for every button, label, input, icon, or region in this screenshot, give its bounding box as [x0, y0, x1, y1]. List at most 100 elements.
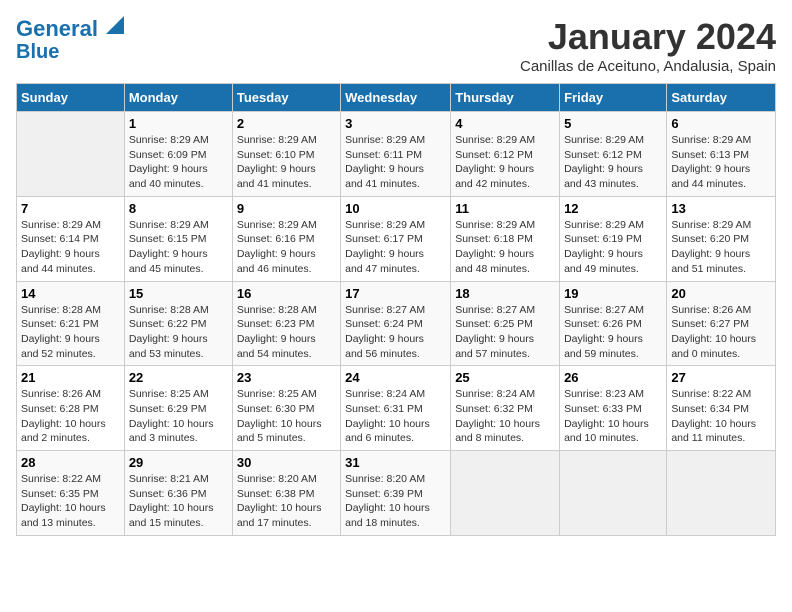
week-row-2: 7Sunrise: 8:29 AMSunset: 6:14 PMDaylight…: [17, 196, 776, 281]
day-info: Sunrise: 8:27 AMSunset: 6:26 PMDaylight:…: [564, 303, 662, 362]
day-info: Sunrise: 8:25 AMSunset: 6:30 PMDaylight:…: [237, 387, 336, 446]
day-number: 10: [345, 201, 446, 216]
day-info: Sunrise: 8:29 AMSunset: 6:09 PMDaylight:…: [129, 133, 228, 192]
day-number: 15: [129, 286, 228, 301]
day-info: Sunrise: 8:24 AMSunset: 6:32 PMDaylight:…: [455, 387, 555, 446]
day-cell: 7Sunrise: 8:29 AMSunset: 6:14 PMDaylight…: [17, 196, 125, 281]
logo-blue: Blue: [16, 41, 124, 63]
day-info: Sunrise: 8:20 AMSunset: 6:38 PMDaylight:…: [237, 472, 336, 531]
day-info: Sunrise: 8:29 AMSunset: 6:10 PMDaylight:…: [237, 133, 336, 192]
day-cell: 9 Sunrise: 8:29 AMSunset: 6:16 PMDaylight…: [232, 196, 340, 281]
day-cell: 8 Sunrise: 8:29 AMSunset: 6:15 PMDaylight…: [124, 196, 232, 281]
day-cell: 26 Sunrise: 8:23 AMSunset: 6:33 PMDayligh…: [560, 366, 667, 451]
day-number: 19: [564, 286, 662, 301]
day-info: Sunrise: 8:29 AMSunset: 6:13 PMDaylight:…: [671, 133, 771, 192]
day-number: 13: [671, 201, 771, 216]
day-number: 16: [237, 286, 336, 301]
day-info: Sunrise: 8:27 AMSunset: 6:25 PMDaylight:…: [455, 303, 555, 362]
logo-general: General: [16, 16, 98, 41]
day-cell: 28 Sunrise: 8:22 AMSunset: 6:35 PMDayligh…: [17, 451, 125, 536]
day-cell: 3 Sunrise: 8:29 AMSunset: 6:11 PMDaylight…: [341, 112, 451, 197]
col-header-wednesday: Wednesday: [341, 84, 451, 112]
title-area: January 2024 Canillas de Aceituno, Andal…: [520, 16, 776, 75]
day-cell: 2Sunrise: 8:29 AMSunset: 6:10 PMDaylight…: [232, 112, 340, 197]
day-cell: 21Sunrise: 8:26 AMSunset: 6:28 PMDayligh…: [17, 366, 125, 451]
day-info: Sunrise: 8:26 AMSunset: 6:27 PMDaylight:…: [671, 303, 771, 362]
day-cell: 25Sunrise: 8:24 AMSunset: 6:32 PMDayligh…: [451, 366, 560, 451]
week-row-3: 14Sunrise: 8:28 AMSunset: 6:21 PMDayligh…: [17, 281, 776, 366]
day-cell: 31 Sunrise: 8:20 AMSunset: 6:39 PMDayligh…: [341, 451, 451, 536]
day-cell: 15Sunrise: 8:28 AMSunset: 6:22 PMDayligh…: [124, 281, 232, 366]
day-number: 22: [129, 370, 228, 385]
day-info: Sunrise: 8:22 AMSunset: 6:35 PMDaylight:…: [21, 472, 120, 531]
day-info: Sunrise: 8:20 AMSunset: 6:39 PMDaylight:…: [345, 472, 446, 531]
day-info: Sunrise: 8:29 AMSunset: 6:12 PMDaylight:…: [455, 133, 555, 192]
day-cell: 13Sunrise: 8:29 AMSunset: 6:20 PMDayligh…: [667, 196, 776, 281]
day-cell: 24 Sunrise: 8:24 AMSunset: 6:31 PMDayligh…: [341, 366, 451, 451]
day-number: 24: [345, 370, 446, 385]
logo: General Blue: [16, 16, 124, 63]
day-info: Sunrise: 8:28 AMSunset: 6:23 PMDaylight:…: [237, 303, 336, 362]
day-number: 3: [345, 116, 446, 131]
day-info: Sunrise: 8:29 AMSunset: 6:17 PMDaylight:…: [345, 218, 446, 277]
day-info: Sunrise: 8:29 AMSunset: 6:11 PMDaylight:…: [345, 133, 446, 192]
col-header-sunday: Sunday: [17, 84, 125, 112]
calendar-table: SundayMondayTuesdayWednesdayThursdayFrid…: [16, 83, 776, 536]
day-info: Sunrise: 8:29 AMSunset: 6:15 PMDaylight:…: [129, 218, 228, 277]
day-number: 11: [455, 201, 555, 216]
day-info: Sunrise: 8:29 AMSunset: 6:16 PMDaylight:…: [237, 218, 336, 277]
day-info: Sunrise: 8:23 AMSunset: 6:33 PMDaylight:…: [564, 387, 662, 446]
day-cell: 20 Sunrise: 8:26 AMSunset: 6:27 PMDayligh…: [667, 281, 776, 366]
week-row-5: 28 Sunrise: 8:22 AMSunset: 6:35 PMDayligh…: [17, 451, 776, 536]
day-cell: 11Sunrise: 8:29 AMSunset: 6:18 PMDayligh…: [451, 196, 560, 281]
day-number: 31: [345, 455, 446, 470]
day-info: Sunrise: 8:27 AMSunset: 6:24 PMDaylight:…: [345, 303, 446, 362]
day-info: Sunrise: 8:29 AMSunset: 6:12 PMDaylight:…: [564, 133, 662, 192]
day-number: 18: [455, 286, 555, 301]
month-title: January 2024: [520, 16, 776, 58]
day-cell: 6 Sunrise: 8:29 AMSunset: 6:13 PMDaylight…: [667, 112, 776, 197]
day-number: 1: [129, 116, 228, 131]
day-cell: 5 Sunrise: 8:29 AMSunset: 6:12 PMDaylight…: [560, 112, 667, 197]
day-cell: 4Sunrise: 8:29 AMSunset: 6:12 PMDaylight…: [451, 112, 560, 197]
day-cell: 12Sunrise: 8:29 AMSunset: 6:19 PMDayligh…: [560, 196, 667, 281]
col-header-saturday: Saturday: [667, 84, 776, 112]
day-number: 23: [237, 370, 336, 385]
day-cell: 10 Sunrise: 8:29 AMSunset: 6:17 PMDayligh…: [341, 196, 451, 281]
day-cell: 23 Sunrise: 8:25 AMSunset: 6:30 PMDayligh…: [232, 366, 340, 451]
day-number: 20: [671, 286, 771, 301]
day-cell: 14Sunrise: 8:28 AMSunset: 6:21 PMDayligh…: [17, 281, 125, 366]
day-number: 9: [237, 201, 336, 216]
week-row-4: 21Sunrise: 8:26 AMSunset: 6:28 PMDayligh…: [17, 366, 776, 451]
day-number: 6: [671, 116, 771, 131]
day-number: 17: [345, 286, 446, 301]
day-number: 28: [21, 455, 120, 470]
col-header-tuesday: Tuesday: [232, 84, 340, 112]
day-cell: [560, 451, 667, 536]
day-info: Sunrise: 8:29 AMSunset: 6:14 PMDaylight:…: [21, 218, 120, 277]
day-cell: [667, 451, 776, 536]
day-cell: 16 Sunrise: 8:28 AMSunset: 6:23 PMDayligh…: [232, 281, 340, 366]
day-info: Sunrise: 8:29 AMSunset: 6:19 PMDaylight:…: [564, 218, 662, 277]
day-cell: 1 Sunrise: 8:29 AMSunset: 6:09 PMDaylight…: [124, 112, 232, 197]
day-cell: 17 Sunrise: 8:27 AMSunset: 6:24 PMDayligh…: [341, 281, 451, 366]
day-cell: 27Sunrise: 8:22 AMSunset: 6:34 PMDayligh…: [667, 366, 776, 451]
day-number: 26: [564, 370, 662, 385]
col-header-friday: Friday: [560, 84, 667, 112]
logo-text: General: [16, 16, 124, 41]
day-number: 14: [21, 286, 120, 301]
day-number: 8: [129, 201, 228, 216]
day-info: Sunrise: 8:21 AMSunset: 6:36 PMDaylight:…: [129, 472, 228, 531]
day-number: 5: [564, 116, 662, 131]
day-cell: [17, 112, 125, 197]
day-cell: 22 Sunrise: 8:25 AMSunset: 6:29 PMDayligh…: [124, 366, 232, 451]
day-info: Sunrise: 8:26 AMSunset: 6:28 PMDaylight:…: [21, 387, 120, 446]
day-cell: 29Sunrise: 8:21 AMSunset: 6:36 PMDayligh…: [124, 451, 232, 536]
day-info: Sunrise: 8:22 AMSunset: 6:34 PMDaylight:…: [671, 387, 771, 446]
subtitle: Canillas de Aceituno, Andalusia, Spain: [520, 58, 776, 75]
header-row: SundayMondayTuesdayWednesdayThursdayFrid…: [17, 84, 776, 112]
col-header-thursday: Thursday: [451, 84, 560, 112]
col-header-monday: Monday: [124, 84, 232, 112]
day-info: Sunrise: 8:25 AMSunset: 6:29 PMDaylight:…: [129, 387, 228, 446]
day-info: Sunrise: 8:24 AMSunset: 6:31 PMDaylight:…: [345, 387, 446, 446]
